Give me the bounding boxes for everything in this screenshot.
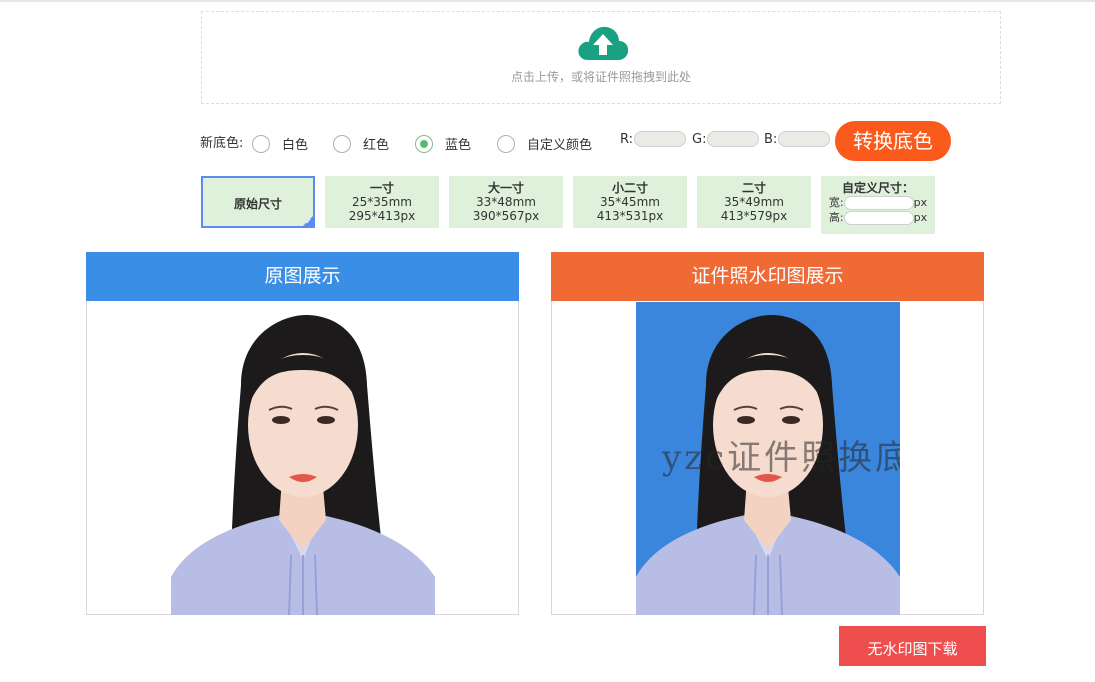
radio-white-label: 白色 xyxy=(282,138,309,153)
background-color-row: 新底色: 白色 红色 蓝色 自定义颜色 R: G: B: 转换底色 xyxy=(200,121,1000,164)
size-1inch[interactable]: 一寸 25*35mm 295*413px xyxy=(325,176,439,228)
upload-dropzone[interactable]: 点击上传，或将证件照拖拽到此处 xyxy=(201,11,1001,104)
size-px: 295*413px xyxy=(348,209,416,223)
size-px: 390*567px xyxy=(472,209,540,223)
original-panel-title: 原图展示 xyxy=(86,252,519,301)
size-mm: 35*45mm xyxy=(600,195,660,209)
height-unit: px xyxy=(913,211,928,224)
size-large-1inch[interactable]: 大一寸 33*48mm 390*567px xyxy=(449,176,563,228)
custom-height-row: 高: px xyxy=(821,211,935,225)
radio-circle[interactable] xyxy=(497,134,515,153)
size-mm: 25*35mm xyxy=(352,195,412,209)
watermark-panel-body: yzc证件照换底 xyxy=(551,301,984,615)
size-custom[interactable]: 自定义尺寸： 宽: px 高: px xyxy=(821,176,935,234)
size-2inch[interactable]: 二寸 35*49mm 413*579px xyxy=(697,176,811,228)
width-label: 宽: xyxy=(828,196,844,209)
g-group: G: xyxy=(692,131,760,147)
size-name: 二寸 xyxy=(741,181,766,195)
watermark-photo: yzc证件照换底 xyxy=(636,302,900,615)
b-input[interactable] xyxy=(778,131,831,147)
size-mm: 35*49mm xyxy=(724,195,784,209)
radio-blue-label: 蓝色 xyxy=(445,138,472,153)
radio-circle[interactable] xyxy=(333,134,351,153)
size-original-label: 原始尺寸 xyxy=(233,197,282,211)
original-panel-body xyxy=(86,301,519,615)
watermark-text: yzc证件照换底 xyxy=(662,438,900,478)
size-name: 小二寸 xyxy=(611,181,648,195)
custom-size-title: 自定义尺寸： xyxy=(841,181,914,195)
custom-width-input[interactable] xyxy=(843,196,914,210)
radio-red[interactable]: 红色 xyxy=(333,134,389,153)
radio-red-label: 红色 xyxy=(363,138,390,153)
b-group: B: xyxy=(764,131,831,147)
upload-hint: 点击上传，或将证件照拖拽到此处 xyxy=(510,70,691,84)
original-panel: 原图展示 xyxy=(86,252,519,615)
g-label: G: xyxy=(692,131,707,147)
r-group: R: xyxy=(620,131,687,147)
watermark-panel-title: 证件照水印图展示 xyxy=(551,252,984,301)
r-label: R: xyxy=(620,131,634,147)
b-label: B: xyxy=(764,131,778,147)
size-px: 413*579px xyxy=(720,209,788,223)
custom-width-row: 宽: px xyxy=(821,196,935,210)
download-no-watermark-button[interactable]: 无水印图下载 xyxy=(839,626,986,666)
radio-circle[interactable] xyxy=(252,134,270,153)
height-label: 高: xyxy=(828,211,844,224)
custom-height-input[interactable] xyxy=(843,211,914,225)
r-input[interactable] xyxy=(634,131,687,147)
cloud-upload-icon xyxy=(578,26,629,60)
width-unit: px xyxy=(913,196,928,209)
radio-custom-label: 自定义颜色 xyxy=(527,138,593,153)
g-input[interactable] xyxy=(707,131,760,147)
size-px: 413*531px xyxy=(596,209,664,223)
radio-white[interactable]: 白色 xyxy=(252,134,308,153)
radio-blue[interactable]: 蓝色 xyxy=(415,134,471,153)
convert-background-button[interactable]: 转换底色 xyxy=(835,121,951,161)
size-name: 一寸 xyxy=(369,181,394,195)
new-background-label: 新底色: xyxy=(200,136,244,151)
watermark-panel: 证件照水印图展示 yzc证件照换底 xyxy=(551,252,984,615)
size-small-2inch[interactable]: 小二寸 35*45mm 413*531px xyxy=(573,176,687,228)
size-name: 大一寸 xyxy=(487,181,524,195)
check-icon: ✓ xyxy=(305,217,312,226)
original-photo xyxy=(171,315,435,615)
radio-custom[interactable]: 自定义颜色 xyxy=(497,134,592,153)
size-original[interactable]: 原始尺寸 ✓ xyxy=(201,176,315,228)
radio-circle-selected[interactable] xyxy=(415,134,433,153)
top-divider xyxy=(0,0,1095,2)
size-mm: 33*48mm xyxy=(476,195,536,209)
